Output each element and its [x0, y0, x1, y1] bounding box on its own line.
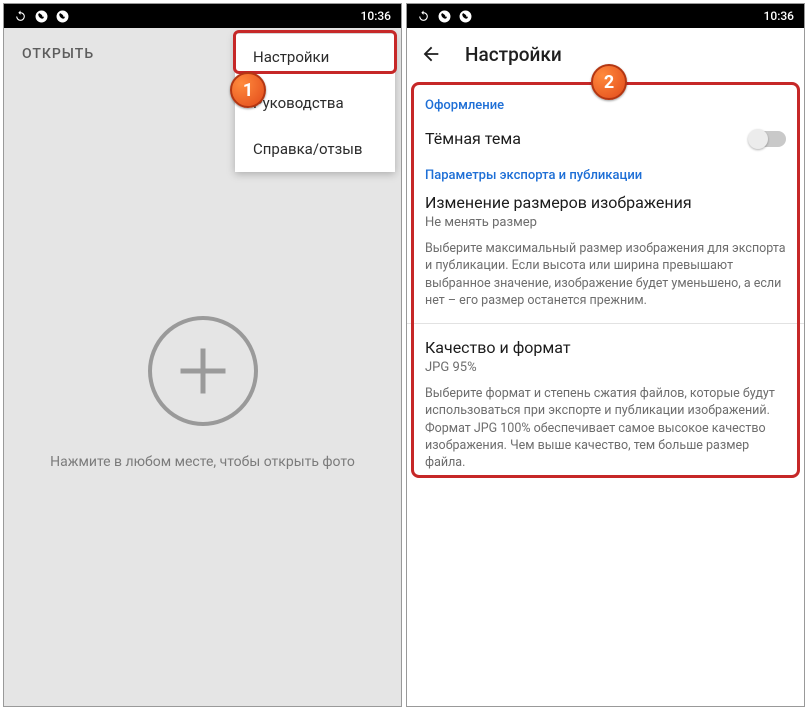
- viber-icon: [56, 10, 69, 23]
- viber-icon: [35, 10, 48, 23]
- page-title: Настройки: [465, 43, 562, 66]
- section-appearance: Оформление: [425, 98, 786, 113]
- setting-quality[interactable]: Качество и формат JPG 95% Выберите форма…: [425, 338, 786, 471]
- setting-dark-theme[interactable]: Тёмная тема: [425, 123, 786, 158]
- dark-theme-label: Тёмная тема: [425, 129, 521, 148]
- menu-item-guides[interactable]: Руководства: [235, 80, 395, 126]
- menu-item-settings[interactable]: Настройки: [235, 34, 395, 80]
- section-export: Параметры экспорта и публикации: [425, 168, 786, 183]
- dark-theme-toggle[interactable]: [750, 131, 786, 147]
- overflow-menu: Настройки Руководства Справка/отзыв: [235, 34, 395, 172]
- resize-value: Не менять размер: [425, 215, 786, 230]
- divider: [407, 323, 804, 324]
- viber-icon: [459, 10, 472, 23]
- status-bar: 10:36: [4, 4, 401, 28]
- viber-icon: [438, 10, 451, 23]
- setting-resize[interactable]: Изменение размеров изображения Не менять…: [425, 193, 786, 309]
- settings-toolbar: Настройки: [407, 28, 804, 80]
- back-button[interactable]: [419, 42, 443, 66]
- phone-left: 10:36 ОТКРЫТЬ Нажмите в любом месте, что…: [3, 3, 402, 707]
- resize-title: Изменение размеров изображения: [425, 193, 786, 212]
- status-bar: 10:36: [407, 4, 804, 28]
- settings-screen: Настройки Оформление Тёмная тема Парамет…: [407, 28, 804, 706]
- refresh-icon: [14, 10, 27, 23]
- open-label: ОТКРЫТЬ: [22, 46, 94, 62]
- arrow-left-icon: [420, 43, 442, 65]
- status-time: 10:36: [361, 9, 391, 23]
- quality-desc: Выберите формат и степень сжатия файлов,…: [425, 385, 786, 471]
- status-time: 10:36: [764, 9, 794, 23]
- resize-desc: Выберите максимальный размер изображения…: [425, 240, 786, 309]
- refresh-icon: [417, 10, 430, 23]
- add-photo-button[interactable]: [148, 316, 258, 426]
- quality-value: JPG 95%: [425, 360, 786, 375]
- menu-item-feedback[interactable]: Справка/отзыв: [235, 126, 395, 172]
- home-hint: Нажмите в любом месте, чтобы открыть фот…: [50, 454, 355, 470]
- phone-right: 10:36 Настройки Оформление Тёмная тема П…: [406, 3, 805, 707]
- plus-icon: [173, 341, 233, 401]
- quality-title: Качество и формат: [425, 338, 786, 357]
